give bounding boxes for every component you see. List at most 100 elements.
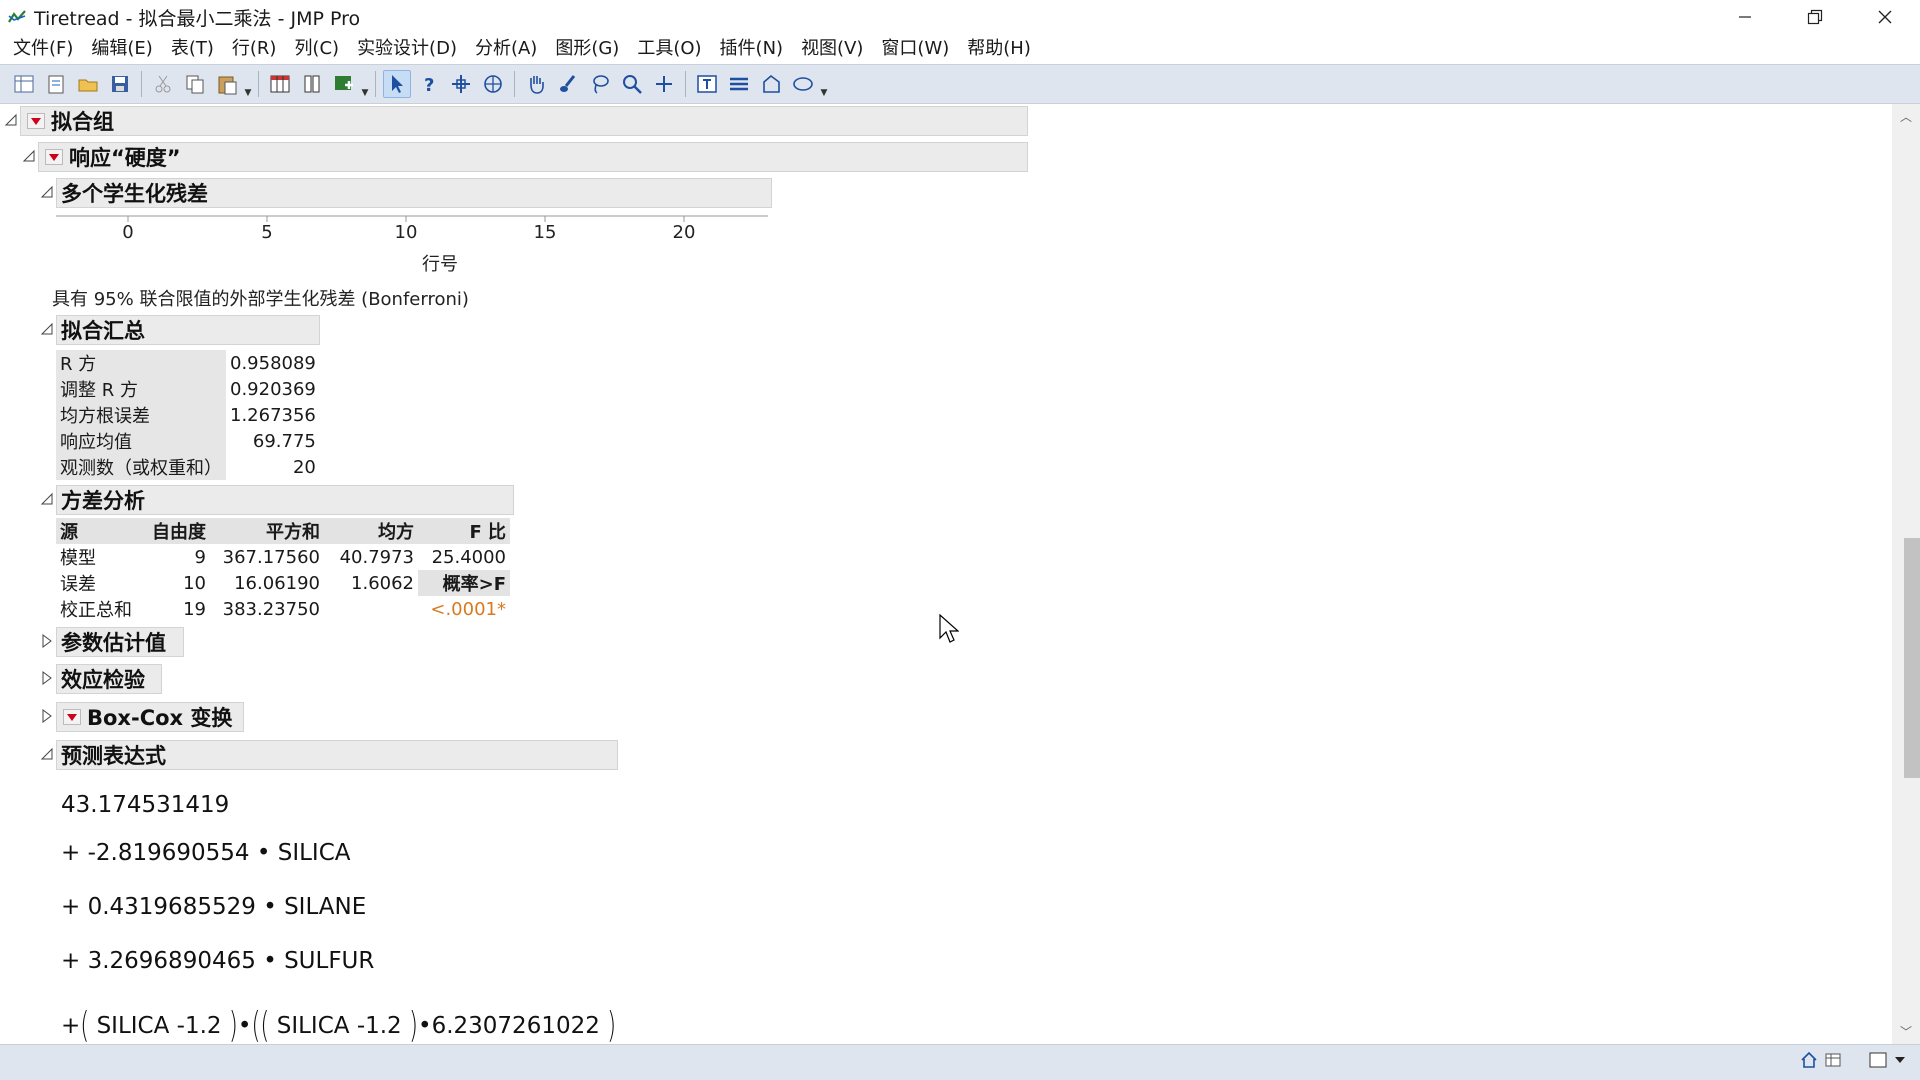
fit-group-header[interactable]: 拟合组 — [20, 106, 1028, 136]
line-icon — [730, 77, 748, 91]
column-button[interactable] — [298, 70, 326, 98]
anova-header[interactable]: 方差分析 — [56, 485, 514, 515]
new-script-button[interactable] — [42, 70, 70, 98]
new-table-button[interactable] — [10, 70, 38, 98]
parameter-estimates-title: 参数估计值 — [61, 631, 166, 655]
summary-header[interactable]: 拟合汇总 — [56, 315, 320, 345]
summary-value: 1.267356 — [230, 404, 316, 426]
menu-help[interactable]: 帮助(H) — [958, 34, 1040, 64]
scrollbar-thumb[interactable] — [1904, 538, 1920, 778]
menu-tables[interactable]: 表(T) — [162, 34, 223, 64]
residuals-header[interactable]: 多个学生化残差 — [56, 178, 772, 208]
arrow-tool-button[interactable] — [383, 70, 411, 98]
paste-button[interactable] — [213, 70, 241, 98]
menu-edit[interactable]: 编辑(E) — [82, 34, 161, 64]
term-coefficient: + 0.4319685529 — [61, 894, 256, 920]
summary-label: R 方 — [56, 350, 226, 376]
restore-button[interactable] — [1780, 0, 1850, 34]
add-rows-button[interactable] — [330, 70, 358, 98]
collapse-triangle-icon[interactable] — [40, 322, 54, 336]
menu-window[interactable]: 窗口(W) — [872, 34, 958, 64]
new-script-icon — [48, 75, 64, 94]
menu-rows[interactable]: 行(R) — [223, 34, 286, 64]
chevron-down-icon[interactable] — [1894, 1054, 1906, 1066]
vertical-scrollbar[interactable]: ︿ ﹀ — [1892, 104, 1920, 1044]
scroll-up-icon[interactable]: ︿ — [1900, 108, 1912, 125]
selection-tool-button[interactable] — [479, 70, 507, 98]
ss-cell: 383.23750 — [222, 598, 320, 620]
effect-tests-header[interactable]: 效应检验 — [56, 664, 162, 694]
red-triangle-menu-icon[interactable] — [63, 709, 81, 725]
collapse-triangle-icon[interactable] — [22, 149, 36, 163]
table-header-row: 源 自由度 平方和 均方 F 比 — [56, 518, 510, 544]
menu-view[interactable]: 视图(V) — [792, 34, 872, 64]
collapse-triangle-icon[interactable] — [40, 747, 54, 761]
plus-tool-button[interactable] — [650, 70, 678, 98]
brush-tool-button[interactable] — [554, 70, 582, 98]
table-row: 响应均值 69.775 — [56, 428, 320, 454]
brush-icon — [560, 75, 576, 92]
close-button[interactable] — [1850, 0, 1920, 34]
summary-label: 均方根误差 — [56, 402, 226, 428]
f-ratio-cell: 25.4000 — [431, 546, 506, 568]
menu-file[interactable]: 文件(F) — [4, 34, 82, 64]
data-table-button[interactable] — [266, 70, 294, 98]
help-tool-icon: ? — [424, 75, 434, 95]
column-icon — [304, 75, 320, 93]
home-icon[interactable] — [1800, 1051, 1818, 1069]
menu-doe[interactable]: 实验设计(D) — [348, 34, 466, 64]
text-annotation-button[interactable] — [693, 70, 721, 98]
open-paren: ( — [251, 1005, 261, 1044]
prediction-expression-header[interactable]: 预测表达式 — [56, 740, 618, 770]
summary-value: 0.958089 — [230, 352, 316, 374]
paste-dropdown[interactable]: ▼ — [243, 70, 253, 98]
red-triangle-menu-icon[interactable] — [45, 149, 63, 165]
window-list-icon[interactable] — [1868, 1051, 1888, 1069]
collapse-triangle-icon[interactable] — [4, 113, 18, 127]
collapse-triangle-icon[interactable] — [40, 185, 54, 199]
expand-triangle-icon[interactable] — [40, 634, 54, 648]
effect-tests-title: 效应检验 — [61, 668, 145, 692]
response-header[interactable]: 响应“硬度” — [38, 142, 1028, 172]
save-button[interactable] — [106, 70, 134, 98]
df-cell: 10 — [183, 572, 206, 594]
scroll-down-icon[interactable]: ﹀ — [1900, 1023, 1912, 1040]
add-rows-icon — [335, 76, 353, 90]
crosshair-tool-button[interactable] — [447, 70, 475, 98]
annotation-dropdown[interactable]: ▼ — [819, 70, 829, 98]
multiply-dot: • — [418, 1013, 432, 1039]
expand-triangle-icon[interactable] — [40, 671, 54, 685]
paste-icon — [218, 76, 237, 95]
menu-analyze[interactable]: 分析(A) — [466, 34, 546, 64]
data-grid-icon[interactable] — [1824, 1051, 1842, 1069]
menu-cols[interactable]: 列(C) — [285, 34, 348, 64]
help-tool-button[interactable]: ? — [415, 70, 443, 98]
menu-graph[interactable]: 图形(G) — [546, 34, 628, 64]
toolbar: ▼ ▼ ? ▼ — [0, 64, 1920, 104]
add-rows-dropdown[interactable]: ▼ — [360, 70, 370, 98]
term-sign: + — [61, 1013, 81, 1039]
copy-button[interactable] — [181, 70, 209, 98]
menu-tools[interactable]: 工具(O) — [628, 34, 710, 64]
lasso-tool-button[interactable] — [586, 70, 614, 98]
menu-addins[interactable]: 插件(N) — [711, 34, 793, 64]
red-triangle-menu-icon[interactable] — [27, 113, 45, 129]
magnifier-icon — [623, 75, 642, 94]
box-cox-header[interactable]: Box-Cox 变换 — [56, 702, 244, 732]
zoom-tool-button[interactable] — [618, 70, 646, 98]
minimize-icon — [1739, 16, 1751, 18]
minimize-button[interactable] — [1710, 0, 1780, 34]
expand-triangle-icon[interactable] — [40, 709, 54, 723]
fit-group-title: 拟合组 — [51, 110, 114, 134]
open-button[interactable] — [74, 70, 102, 98]
polygon-tool-button[interactable] — [757, 70, 785, 98]
ellipse-tool-button[interactable] — [789, 70, 817, 98]
collapse-triangle-icon[interactable] — [40, 492, 54, 506]
column-header: 均方 — [324, 518, 418, 544]
line-tool-button[interactable] — [725, 70, 753, 98]
center-value: -1.2 — [176, 1013, 222, 1039]
hand-tool-button[interactable] — [522, 70, 550, 98]
parameter-estimates-header[interactable]: 参数估计值 — [56, 627, 184, 657]
cut-button[interactable] — [149, 70, 177, 98]
lasso-icon — [593, 75, 609, 94]
